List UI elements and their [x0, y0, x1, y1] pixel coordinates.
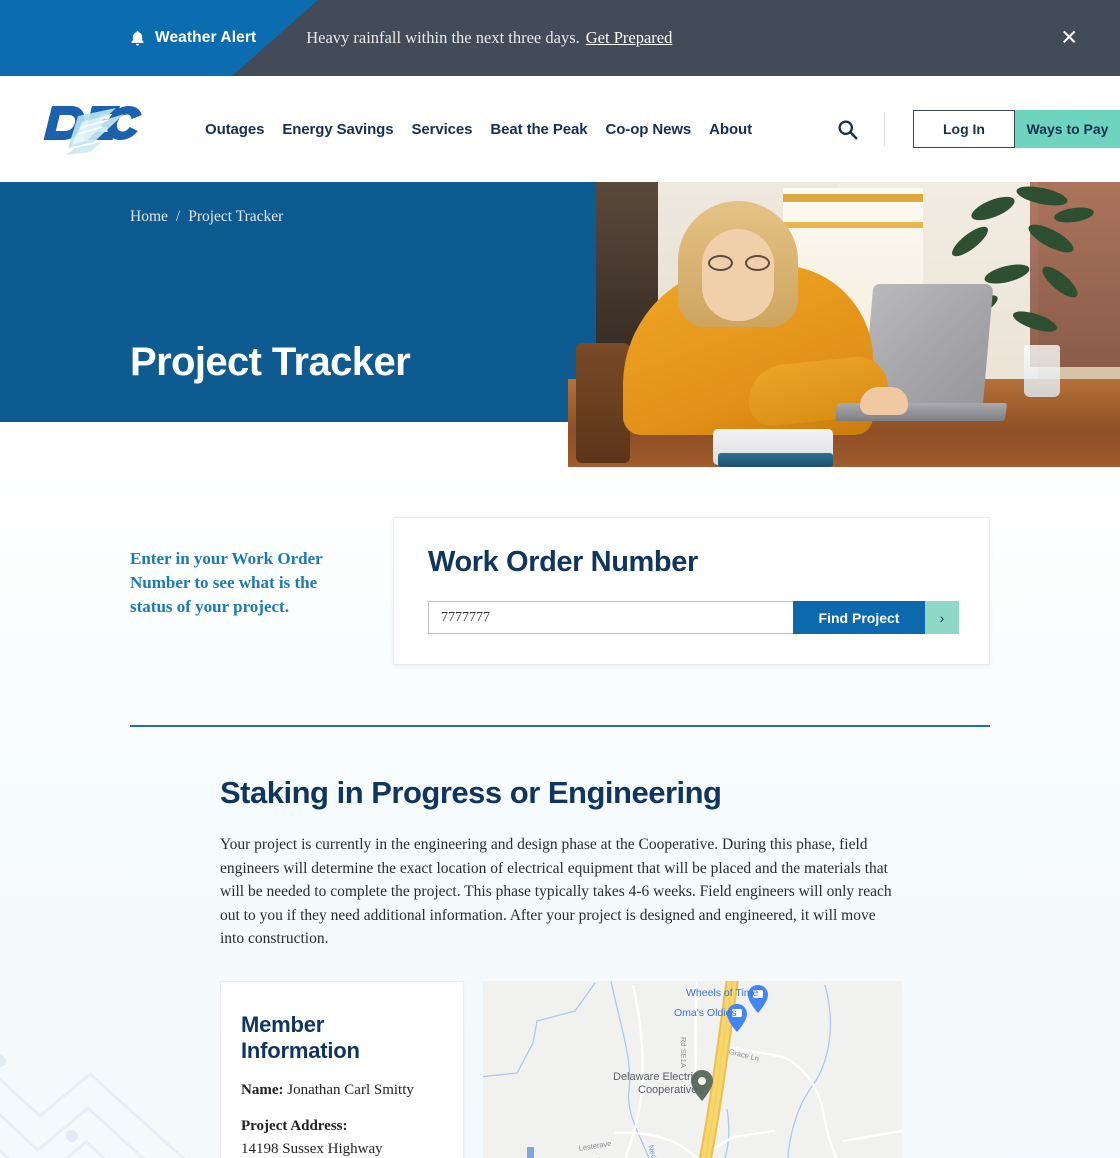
work-order-card: Work Order Number Find Project ›: [393, 517, 990, 665]
work-order-card-title: Work Order Number: [428, 546, 698, 578]
page-title: Project Tracker: [130, 340, 411, 384]
nav-item-about[interactable]: About: [709, 121, 752, 138]
alert-message-text: Heavy rainfall within the next three day…: [306, 28, 580, 47]
alert-label-text: Weather Alert: [155, 29, 257, 46]
breadcrumb-current: Project Tracker: [188, 208, 284, 225]
nav-links: Outages Energy Savings Services Beat the…: [205, 121, 752, 138]
member-address-row: Project Address: 14198 Sussex Highway Gr…: [241, 1115, 441, 1158]
weather-alert-bar: Weather Alert Heavy rainfall within the …: [0, 0, 1120, 76]
nav-item-co-op-news[interactable]: Co-op News: [606, 121, 692, 138]
work-order-form: Find Project ›: [428, 601, 959, 634]
nav-item-outages[interactable]: Outages: [205, 121, 264, 138]
ways-to-pay-button[interactable]: Ways to Pay: [1015, 110, 1120, 148]
work-order-lede: Enter in your Work Order Number to see w…: [130, 549, 323, 617]
member-card-title: Member Information: [241, 1011, 360, 1064]
alert-label-group: Weather Alert: [130, 29, 256, 47]
nav-item-energy-savings[interactable]: Energy Savings: [282, 121, 393, 138]
member-address-label: Project Address:: [241, 1118, 348, 1135]
info-cards: Member Information Name: Jonathan Carl S…: [220, 980, 1120, 1158]
bell-icon: [130, 30, 145, 47]
member-information-card: Member Information Name: Jonathan Carl S…: [220, 980, 464, 1158]
close-icon[interactable]: ✕: [1060, 28, 1078, 49]
chevron-right-icon[interactable]: ›: [925, 601, 959, 634]
breadcrumb: Home / Project Tracker: [130, 208, 283, 226]
breadcrumb-separator: /: [175, 208, 181, 225]
status-heading: Staking in Progress or Engineering: [220, 775, 722, 810]
find-project-button[interactable]: Find Project: [793, 601, 925, 634]
main-navigation: Outages Energy Savings Services Beat the…: [0, 76, 1120, 182]
alert-message: Heavy rainfall within the next three day…: [306, 28, 672, 48]
work-order-section: Enter in your Work Order Number to see w…: [0, 467, 1120, 665]
nav-actions: Log In Ways to Pay: [837, 110, 1120, 148]
status-description: Your project is currently in the enginee…: [220, 836, 892, 948]
hero-image: [568, 182, 1120, 467]
page-body: Enter in your Work Order Number to see w…: [0, 467, 1120, 1158]
hero-blue-panel: [0, 182, 640, 422]
nav-item-beat-the-peak[interactable]: Beat the Peak: [490, 121, 587, 138]
hero-section: Home / Project Tracker Project Tracker: [0, 182, 1120, 467]
project-location-map[interactable]: Wheels of Time Oma's Oldies Delaware Ele…: [483, 980, 902, 1158]
nav-divider: [884, 112, 885, 146]
work-order-input[interactable]: [428, 601, 793, 634]
log-in-button[interactable]: Log In: [913, 110, 1015, 148]
nav-item-services[interactable]: Services: [411, 121, 472, 138]
breadcrumb-home[interactable]: Home: [130, 208, 168, 225]
get-prepared-link[interactable]: Get Prepared: [586, 28, 673, 47]
member-name-row: Name: Jonathan Carl Smitty: [241, 1079, 441, 1102]
dec-logo[interactable]: [42, 98, 157, 160]
member-address-line1: 14198 Sussex Highway: [241, 1140, 383, 1157]
member-name-value: Jonathan Carl Smitty: [287, 1081, 414, 1098]
search-icon[interactable]: [837, 119, 884, 140]
member-name-label: Name:: [241, 1081, 284, 1098]
project-status-section: Staking in Progress or Engineering Your …: [0, 727, 1120, 1158]
